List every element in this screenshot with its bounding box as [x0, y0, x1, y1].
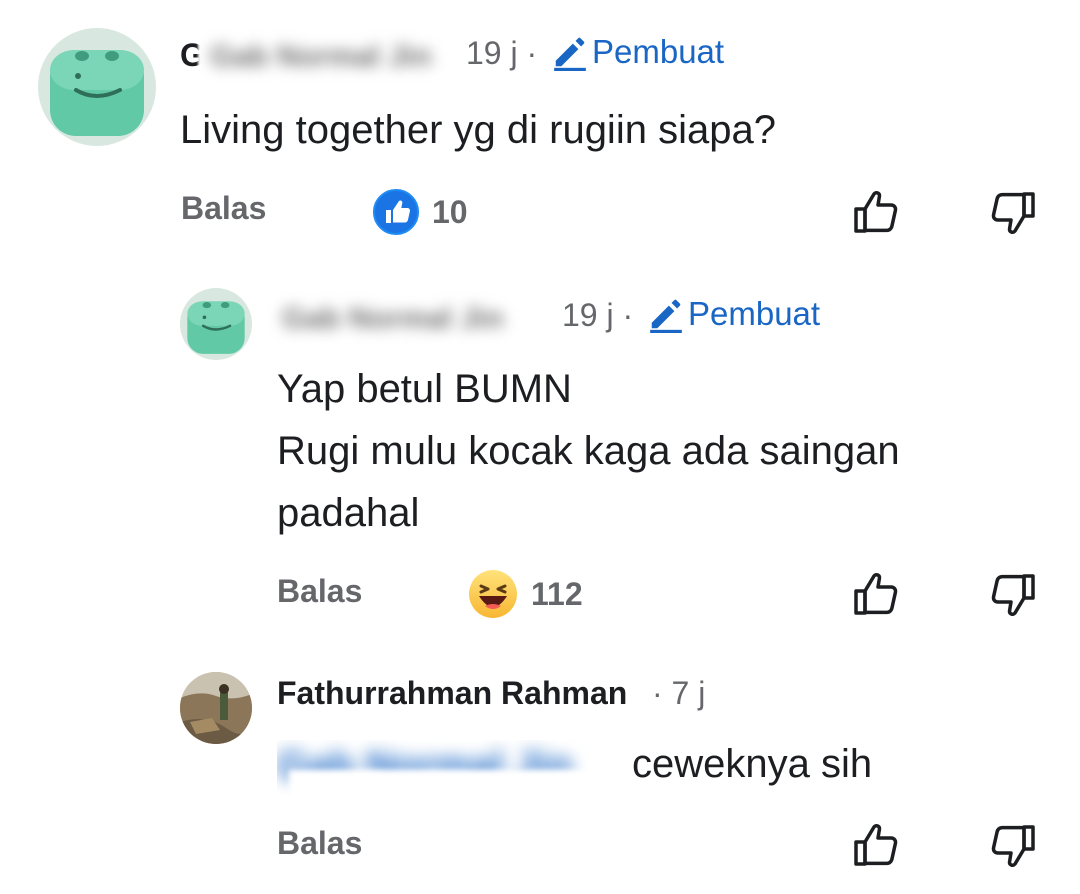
comment-text: ceweknya sih [632, 742, 873, 786]
thumbs-down-outline-icon [991, 192, 1035, 234]
reaction-summary[interactable]: 112 [467, 568, 583, 620]
mention-redaction [289, 770, 629, 796]
like-button[interactable] [850, 567, 904, 621]
badge-label: Pembuat [688, 295, 821, 332]
reaction-count: 10 [432, 193, 468, 230]
dislike-button[interactable] [985, 568, 1039, 622]
comment-time: · 7 j [652, 675, 705, 712]
author-badge: Pembuat [551, 33, 724, 71]
reply-button[interactable]: Balas [181, 190, 266, 227]
author-badge: Pembuat [647, 295, 820, 333]
haha-reaction-icon [469, 570, 517, 618]
avatar[interactable] [38, 28, 156, 146]
dislike-button[interactable] [985, 819, 1039, 873]
mention-link[interactable]: Gab Normal Jin [277, 740, 629, 796]
comment-text-line: padahal [277, 491, 420, 535]
reaction-count: 112 [531, 575, 583, 612]
comment-text: Yap betul BUMN Rugi mulu kocak kaga ada … [277, 358, 900, 544]
time-text: 19 j [466, 35, 518, 71]
like-button[interactable] [850, 185, 904, 239]
author-name-blurred: Gab Normal Jin [282, 302, 504, 335]
comment-time: 19 j · [466, 35, 537, 72]
author-name-blurred: Gab Normal Jin [210, 40, 432, 73]
thumbs-down-outline-icon [991, 825, 1035, 867]
reply-button[interactable]: Balas [277, 825, 362, 862]
thumbs-up-outline-icon [854, 824, 898, 866]
time-text: 19 j [562, 297, 614, 333]
comment-text-line: Yap betul BUMN [277, 367, 572, 411]
dislike-button[interactable] [985, 186, 1039, 240]
time-text: 7 j [671, 675, 706, 711]
comment-text: Living together yg di rugiin siapa? [180, 108, 776, 152]
comment-time: 19 j · [562, 297, 633, 334]
reply-button[interactable]: Balas [277, 573, 362, 610]
thumbs-up-outline-icon [854, 573, 898, 615]
pencil-icon [650, 299, 682, 333]
avatar[interactable] [180, 672, 252, 744]
like-button[interactable] [850, 818, 904, 872]
thumbs-up-outline-icon [854, 191, 898, 233]
reaction-summary[interactable]: 10 [372, 188, 468, 236]
separator: · [526, 35, 538, 71]
pencil-icon [554, 37, 586, 71]
separator: · [652, 675, 663, 711]
thumbs-down-outline-icon [991, 574, 1035, 616]
badge-label: Pembuat [592, 33, 725, 70]
like-reaction-icon [373, 189, 419, 235]
separator: · [622, 297, 634, 333]
comment-text-line: Rugi mulu kocak kaga ada saingan [277, 429, 900, 473]
avatar[interactable] [180, 288, 252, 360]
comment-author[interactable]: Fathurrahman Rahman [277, 675, 627, 712]
